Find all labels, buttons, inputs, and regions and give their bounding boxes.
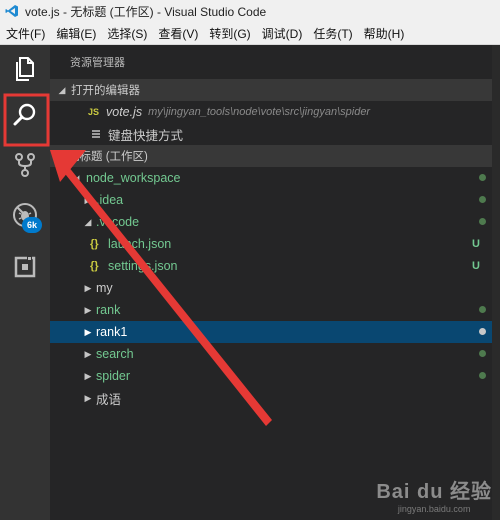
vscode-logo-icon <box>5 5 18 17</box>
chevron-right-icon: ▶ <box>84 326 92 337</box>
open-editor-name: vote.js <box>106 105 143 119</box>
tree-folder-rank1[interactable]: ▶ rank1 <box>50 321 492 343</box>
chevron-right-icon: ▶ <box>84 392 92 403</box>
menu-go[interactable]: 转到(G) <box>203 25 255 42</box>
chevron-right-icon: ▶ <box>84 348 92 359</box>
menu-tasks[interactable]: 任务(T) <box>307 25 357 42</box>
modified-dot <box>479 350 486 357</box>
window-title: vote.js - 无标题 (工作区) - Visual Studio Code <box>25 4 267 19</box>
chevron-right-icon: ▶ <box>84 282 92 293</box>
tree-item-label: rank <box>96 303 121 317</box>
chevron-right-icon: ▶ <box>84 370 92 381</box>
menu-file[interactable]: 文件(F) <box>0 25 50 42</box>
menu-bar: 文件(F) 编辑(E) 选择(S) 查看(V) 转到(G) 调试(D) 任务(T… <box>0 22 500 45</box>
tree-item-label: .idea <box>96 193 124 207</box>
watermark-url: jingyan.baidu.com <box>397 504 471 514</box>
files-icon <box>16 57 34 81</box>
tree-item-label: launch.json <box>108 237 172 251</box>
chevron-down-icon: ◢ <box>72 172 80 183</box>
extensions-activity[interactable] <box>0 245 50 289</box>
explorer-panel: 资源管理器 ◢ 打开的编辑器 JS vote.js my\jingyan_too… <box>50 45 500 520</box>
scrollbar[interactable] <box>492 45 500 520</box>
open-editors-label: 打开的编辑器 <box>71 85 140 97</box>
explorer-header: 资源管理器 <box>70 57 125 69</box>
tree-file-launch-json[interactable]: {} launch.json U <box>50 233 492 255</box>
tree-item-label: spider <box>96 369 131 383</box>
modified-dot <box>479 328 486 335</box>
modified-dot <box>479 306 486 313</box>
workspace-label: 无标题 (工作区) <box>68 151 148 163</box>
untracked-badge: U <box>472 238 480 250</box>
tree-folder-search[interactable]: ▶ search <box>50 343 492 365</box>
explorer-activity[interactable] <box>0 47 50 91</box>
activity-bar: 6k <box>0 45 50 520</box>
tree-item-label: 成语 <box>96 392 122 407</box>
tree-folder-idioms[interactable]: ▶ 成语 <box>50 387 492 409</box>
tree-item-label: search <box>96 347 134 361</box>
open-editor-name: 键盘快捷方式 <box>108 128 184 143</box>
js-file-icon: JS <box>88 107 100 117</box>
open-editors-section[interactable]: ◢ 打开的编辑器 <box>50 79 492 101</box>
menu-help[interactable]: 帮助(H) <box>358 25 410 42</box>
menu-edit[interactable]: 编辑(E) <box>50 25 101 42</box>
untracked-badge: U <box>472 260 480 272</box>
modified-dot <box>479 372 486 379</box>
modified-dot <box>479 196 486 203</box>
search-activity[interactable] <box>0 93 50 137</box>
modified-dot <box>479 174 486 181</box>
open-editor-item[interactable]: JS vote.js my\jingyan_tools\node\vote\sr… <box>50 101 492 123</box>
extensions-icon <box>14 256 36 278</box>
tree-folder-rank[interactable]: ▶ rank <box>50 299 492 321</box>
title-bar: vote.js - 无标题 (工作区) - Visual Studio Code <box>0 0 500 22</box>
workspace-section[interactable]: 无标题 (工作区) <box>50 145 492 167</box>
scm-badge: 6k <box>22 217 42 233</box>
search-icon <box>13 103 36 126</box>
menu-selection[interactable]: 选择(S) <box>101 25 152 42</box>
watermark: Bai du 经验 jingyan.baidu.com <box>376 475 492 514</box>
tree-folder-my[interactable]: ▶ my <box>50 277 492 299</box>
tree-item-label: node_workspace <box>86 171 181 185</box>
keyboard-shortcuts-icon <box>92 130 100 138</box>
tree-file-settings-json[interactable]: {} settings.json U <box>50 255 492 277</box>
menu-view[interactable]: 查看(V) <box>152 25 203 42</box>
tree-item-label: settings.json <box>108 259 178 273</box>
tree-item-label: rank1 <box>96 325 128 339</box>
chevron-down-icon: ◢ <box>84 216 92 227</box>
tree-folder-spider[interactable]: ▶ spider <box>50 365 492 387</box>
tree-item-label: my <box>96 281 113 295</box>
source-control-activity[interactable] <box>0 143 50 187</box>
json-file-icon: {} <box>90 260 99 272</box>
menu-debug[interactable]: 调试(D) <box>256 25 308 42</box>
source-control-icon <box>15 153 35 177</box>
tree-folder-idea[interactable]: ▶ .idea <box>50 189 492 211</box>
chevron-right-icon: ▶ <box>84 194 92 205</box>
json-file-icon: {} <box>90 238 99 250</box>
tree-folder-vscode[interactable]: ◢ .vscode <box>50 211 492 233</box>
modified-dot <box>479 218 486 225</box>
tree-item-label: .vscode <box>96 215 140 229</box>
chevron-right-icon: ▶ <box>84 304 92 315</box>
open-editor-item[interactable]: 键盘快捷方式 <box>50 123 492 145</box>
open-editor-path: my\jingyan_tools\node\vote\src\jingyan\s… <box>148 106 371 118</box>
chevron-down-icon: ◢ <box>58 84 66 95</box>
tree-folder-node-workspace[interactable]: ◢ node_workspace <box>50 167 492 189</box>
watermark-brand: Bai du 经验 <box>376 481 492 503</box>
